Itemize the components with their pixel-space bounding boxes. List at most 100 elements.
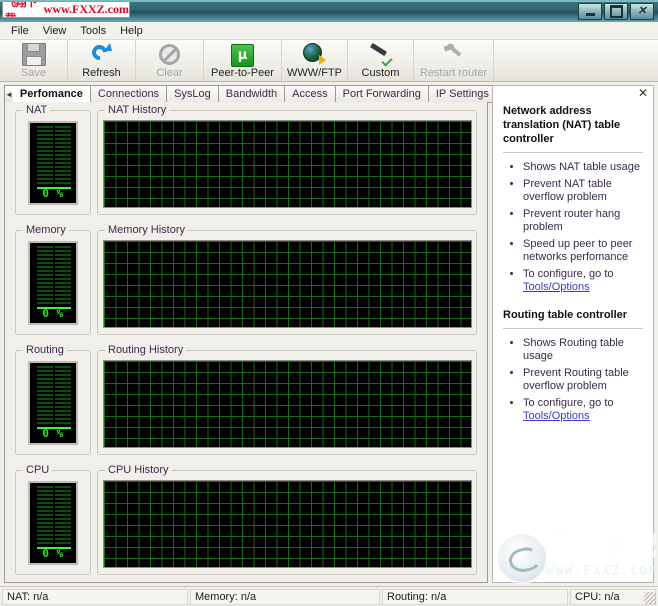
info-nat-bullet-4-text: Speed up peer to peer networks perfomanc… xyxy=(523,238,633,263)
toolbar-button-save[interactable]: Save xyxy=(0,40,68,81)
tab-perfomance[interactable]: Perfomance xyxy=(12,85,91,103)
menu-bar: File View Tools Help xyxy=(0,22,658,40)
routing-history-group: Routing History xyxy=(97,344,477,455)
nat-gauge-segments xyxy=(37,126,71,186)
info-routing-block: Routing table controller Shows Routing t… xyxy=(503,308,643,423)
nat-gauge-value: 0 % xyxy=(42,187,64,200)
nat-history-title: NAT History xyxy=(105,104,170,116)
toolbar-button-refresh[interactable]: Refresh xyxy=(68,40,136,81)
info-routing-bullet-3-text: To configure, go to xyxy=(523,397,614,409)
toolbar-label-clear: Clear xyxy=(156,67,183,79)
info-nat-bullet-3-text: Prevent router hang problem xyxy=(523,208,621,233)
toolbar-button-restart-router[interactable]: Restart router xyxy=(414,40,494,81)
resize-grip-icon[interactable] xyxy=(644,592,656,604)
tab-scroll-left-button[interactable]: ◄ xyxy=(4,85,13,103)
cpu-gauge-group: CPU 0 % xyxy=(15,464,91,575)
close-button[interactable]: ✕ xyxy=(630,3,654,20)
minimize-button[interactable] xyxy=(578,3,602,20)
no-entry-icon xyxy=(157,42,183,66)
performance-row-memory: Memory 0 % Memory History xyxy=(5,224,487,350)
info-nat-heading: Network address translation (NAT) table … xyxy=(503,105,621,145)
nat-history-chart xyxy=(103,120,472,208)
tab-ip-settings[interactable]: IP Settings xyxy=(428,85,497,103)
globe-icon xyxy=(302,42,328,66)
info-routing-bullet-1: Shows Routing table usage xyxy=(523,337,643,363)
status-cell-nat: NAT: n/a xyxy=(2,588,188,605)
info-nat-tools-options-link[interactable]: Tools/Options xyxy=(523,281,590,293)
title-watermark-overlay: 飞翔下载 www.FXXZ.com xyxy=(2,1,130,18)
toolbar-label-save: Save xyxy=(20,67,47,79)
nat-gauge-group: NAT 0 % xyxy=(15,104,91,215)
toolbar-button-clear[interactable]: Clear xyxy=(136,40,204,81)
info-nat-bullet-1-text: Shows NAT table usage xyxy=(523,161,640,173)
nat-gauge: 0 % xyxy=(28,121,78,205)
tab-port-forwarding[interactable]: Port Forwarding xyxy=(335,85,429,103)
info-routing-divider xyxy=(503,328,643,329)
cpu-history-title: CPU History xyxy=(105,464,172,476)
cpu-gauge-value: 0 % xyxy=(42,547,64,560)
routing-history-chart xyxy=(103,360,472,448)
cpu-history-group: CPU History xyxy=(97,464,477,575)
menu-view[interactable]: View xyxy=(36,23,74,39)
tab-access[interactable]: Access xyxy=(285,85,336,103)
cpu-gauge-segments xyxy=(37,486,71,546)
watermark-chinese-text: 飞翔下载 xyxy=(5,1,37,18)
routing-gauge-group: Routing 0 % xyxy=(15,344,91,455)
memory-gauge-group: Memory 0 % xyxy=(15,224,91,335)
info-nat-divider xyxy=(503,152,643,153)
toolbar-button-www-ftp[interactable]: WWW/FTP xyxy=(282,40,348,81)
info-routing-tools-options-link[interactable]: Tools/Options xyxy=(523,410,590,422)
routing-gauge: 0 % xyxy=(28,361,78,445)
info-routing-bullet-2: Prevent Routing table overflow problem xyxy=(523,367,643,393)
toolbar: Save Refresh Clear µ Peer-to-Peer WWW/FT… xyxy=(0,40,658,82)
memory-gauge: 0 % xyxy=(28,241,78,325)
memory-gauge-title: Memory xyxy=(23,224,69,236)
status-cell-memory: Memory: n/a xyxy=(190,588,380,605)
toolbar-label-www-ftp: WWW/FTP xyxy=(287,67,342,79)
info-panel-close-icon[interactable]: ✕ xyxy=(637,87,649,100)
info-nat-bullet-5-text: To configure, go to xyxy=(523,268,614,280)
info-routing-bullet-3: To configure, go to Tools/Options xyxy=(523,397,643,423)
screwdriver-icon xyxy=(368,42,394,66)
memory-gauge-segments xyxy=(37,246,71,306)
menu-tools[interactable]: Tools xyxy=(73,23,113,39)
memory-history-chart xyxy=(103,240,472,328)
close-icon: ✕ xyxy=(637,5,647,17)
menu-file[interactable]: File xyxy=(4,23,36,39)
watermark-url-text: www.FXXZ.com xyxy=(43,2,129,16)
maximize-icon xyxy=(609,5,623,18)
info-nat-bullet-2: Prevent NAT table overflow problem xyxy=(523,178,643,204)
performance-tab-panel: NAT 0 % NAT History Memory 0 % Memory Hi… xyxy=(4,102,488,583)
status-bar: NAT: n/a Memory: n/a Routing: n/a CPU: n… xyxy=(0,586,658,606)
info-nat-bullet-1: Shows NAT table usage xyxy=(523,161,643,174)
memory-history-group: Memory History xyxy=(97,224,477,335)
minimize-icon xyxy=(585,12,595,16)
info-nat-bullet-list: Shows NAT table usage Prevent NAT table … xyxy=(503,161,643,294)
status-cell-routing: Routing: n/a xyxy=(382,588,568,605)
utorrent-icon: µ xyxy=(230,42,256,67)
info-nat-bullet-2-text: Prevent NAT table overflow problem xyxy=(523,178,612,203)
toolbar-button-peer-to-peer[interactable]: µ Peer-to-Peer xyxy=(204,40,282,81)
toolbar-button-custom[interactable]: Custom xyxy=(348,40,414,81)
memory-history-title: Memory History xyxy=(105,224,189,236)
performance-row-routing: Routing 0 % Routing History xyxy=(5,344,487,470)
routing-history-title: Routing History xyxy=(105,344,187,356)
info-nat-bullet-3: Prevent router hang problem xyxy=(523,208,643,234)
tab-bandwidth[interactable]: Bandwidth xyxy=(218,85,286,103)
maximize-button[interactable] xyxy=(604,3,628,20)
info-nat-bullet-5: To configure, go to Tools/Options xyxy=(523,268,643,294)
performance-row-nat: NAT 0 % NAT History xyxy=(5,104,487,230)
performance-row-cpu: CPU 0 % CPU History xyxy=(5,464,487,582)
nat-history-group: NAT History xyxy=(97,104,477,215)
info-routing-heading: Routing table controller xyxy=(503,309,628,321)
cpu-history-chart xyxy=(103,480,472,568)
cpu-gauge: 0 % xyxy=(28,481,78,565)
info-routing-bullet-1-text: Shows Routing table usage xyxy=(523,337,624,362)
title-bar: 飞翔下载 www.FXXZ.com ✕ xyxy=(0,0,658,23)
memory-gauge-value: 0 % xyxy=(42,307,64,320)
menu-help[interactable]: Help xyxy=(113,23,150,39)
info-panel-body: Network address translation (NAT) table … xyxy=(493,86,653,441)
toolbar-label-refresh: Refresh xyxy=(82,67,121,79)
tab-syslog[interactable]: SysLog xyxy=(167,85,219,103)
tab-connections[interactable]: Connections xyxy=(90,85,168,103)
